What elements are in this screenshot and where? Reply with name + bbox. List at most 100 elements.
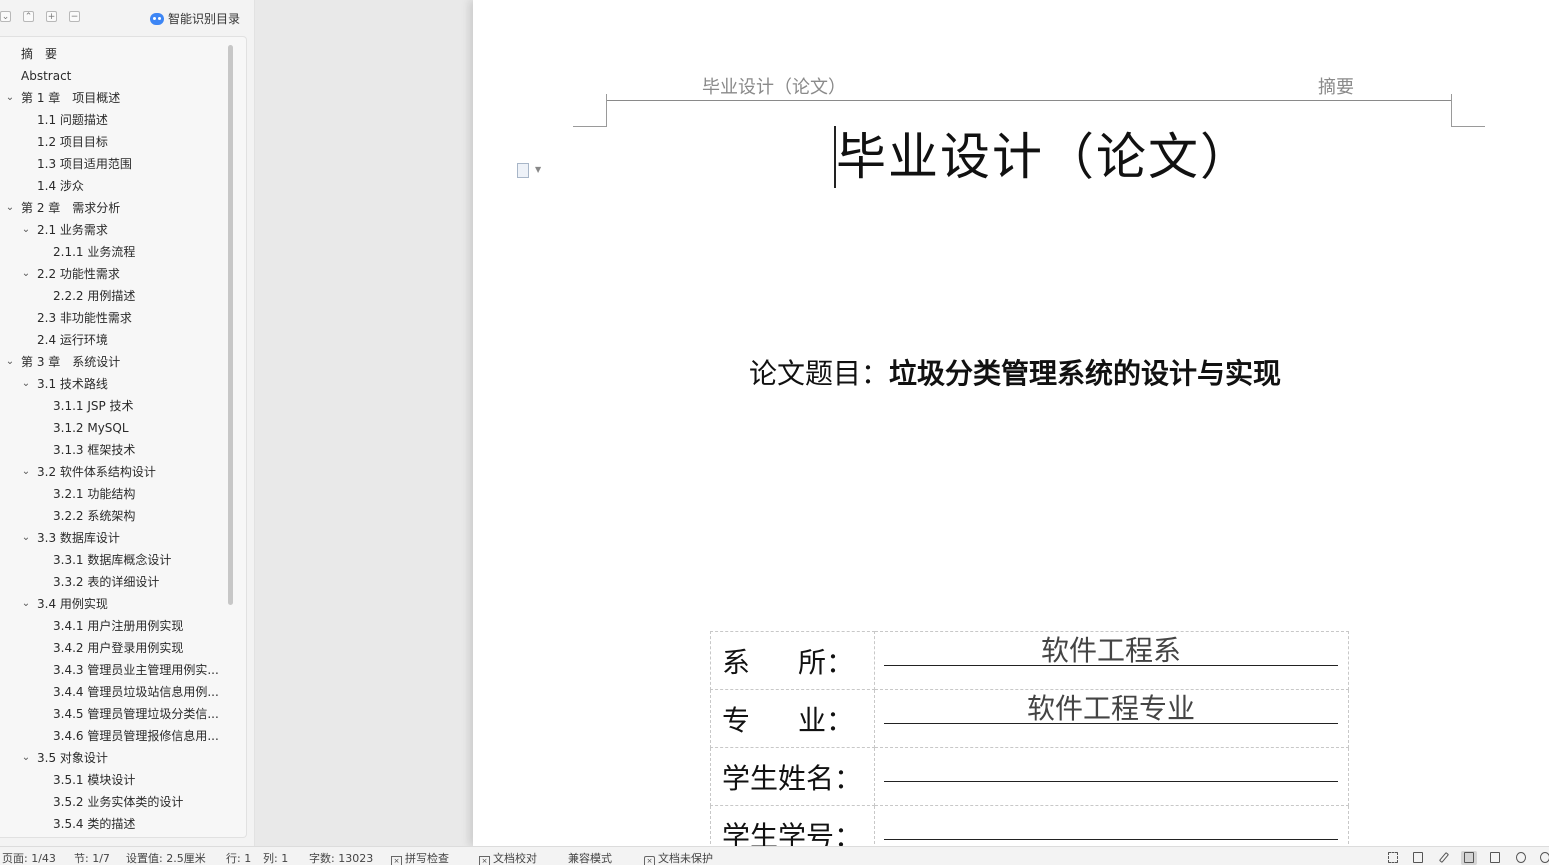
- toc-item-label: 3.1 技术路线: [37, 377, 108, 391]
- page-header-right: 摘要: [1318, 77, 1354, 98]
- toc-item[interactable]: ⌄ 3.3 数据库设计: [0, 527, 224, 549]
- status-word-count[interactable]: 字数: 13023: [309, 847, 373, 865]
- toc-item-label: 2.2.2 用例描述: [53, 289, 136, 303]
- page-header-left: 毕业设计（论文）: [702, 77, 846, 98]
- crop-mark: [1451, 94, 1452, 126]
- collapse-icon[interactable]: ⌃: [23, 11, 34, 22]
- chevron-down-icon[interactable]: ⌄: [5, 87, 15, 109]
- chevron-down-icon[interactable]: ⌄: [5, 351, 15, 373]
- chevron-down-icon[interactable]: ▼: [535, 165, 541, 174]
- toc-item[interactable]: 3.4.5 管理员管理垃圾分类信...: [0, 703, 224, 725]
- expand-icon[interactable]: +: [46, 11, 57, 22]
- toc-item[interactable]: 3.4.6 管理员管理报修信息用...: [0, 725, 224, 747]
- toc-item[interactable]: ⌄ 第 2 章 需求分析: [0, 197, 224, 219]
- chevron-down-icon[interactable]: ⌄: [21, 373, 31, 395]
- toc-item[interactable]: 1.3 项目适用范围: [0, 153, 224, 175]
- header-rule: [606, 100, 1452, 101]
- document-page[interactable]: 毕业设计（论文） 摘要 ▼ 毕业设计（论文） 论文题目：垃圾分类管理系统的设计与…: [473, 0, 1549, 864]
- toc-item-label: 1.3 项目适用范围: [37, 157, 132, 171]
- info-value-cell[interactable]: 软件工程专业: [874, 689, 1349, 748]
- toc-item[interactable]: 3.1.3 框架技术: [0, 439, 224, 461]
- toc-item[interactable]: 3.2.1 功能结构: [0, 483, 224, 505]
- toc-item[interactable]: 1.2 项目目标: [0, 131, 224, 153]
- toc-item[interactable]: 2.4 运行环境: [0, 329, 224, 351]
- info-value-cell[interactable]: 软件工程系: [874, 631, 1349, 690]
- toc-item[interactable]: 3.3.2 表的详细设计: [0, 571, 224, 593]
- info-label-major: 专 业：: [710, 689, 875, 748]
- toc-item[interactable]: 3.4.3 管理员业主管理用例实...: [0, 659, 224, 681]
- toc-item[interactable]: 摘 要: [0, 43, 224, 65]
- toc-item[interactable]: 3.2.2 系统架构: [0, 505, 224, 527]
- smart-toc-button[interactable]: 智能识别目录: [150, 10, 240, 27]
- chevron-down-icon[interactable]: ⌄: [21, 219, 31, 241]
- toc-item[interactable]: 2.2.2 用例描述: [0, 285, 224, 307]
- toc-item[interactable]: ⌄ 第 3 章 系统设计: [0, 351, 224, 373]
- status-setting[interactable]: 设置值: 2.5厘米: [126, 847, 206, 865]
- toc-scrollbar-thumb[interactable]: [228, 45, 233, 605]
- eye-protect-icon[interactable]: [1537, 851, 1549, 865]
- info-row-department: 系 所： 软件工程系: [710, 631, 1349, 690]
- toc-item[interactable]: 3.5.1 模块设计: [0, 769, 224, 791]
- toc-item[interactable]: 1.4 涉众: [0, 175, 224, 197]
- toc-item[interactable]: 3.1.1 JSP 技术: [0, 395, 224, 417]
- nav-toolbar: ⌄ ⌃ + − 智能识别目录: [0, 0, 255, 36]
- chevron-down-icon[interactable]: ⌄: [21, 461, 31, 483]
- toc-item-label: 1.4 涉众: [37, 179, 84, 193]
- toc-item-label: 1.1 问题描述: [37, 113, 108, 127]
- document-title: 毕业设计（论文）: [836, 128, 1252, 186]
- fullscreen-icon[interactable]: [1385, 851, 1401, 865]
- info-row-major: 专 业： 软件工程专业: [710, 689, 1349, 748]
- toc-item[interactable]: Abstract: [0, 65, 224, 87]
- reading-mode-icon[interactable]: [1410, 851, 1426, 865]
- spellcheck-button[interactable]: × 拼写检查: [391, 847, 449, 865]
- paragraph-layout-icon[interactable]: [517, 163, 529, 178]
- collapse-all-icon[interactable]: ⌄: [0, 11, 11, 22]
- toc-item-label: 3.5.1 模块设计: [53, 773, 136, 787]
- chevron-down-icon[interactable]: ⌄: [21, 527, 31, 549]
- toc-item[interactable]: 1.1 问题描述: [0, 109, 224, 131]
- toc-item[interactable]: ⌄ 3.2 软件体系结构设计: [0, 461, 224, 483]
- status-section: 节: 1/7: [74, 852, 110, 865]
- toc-item[interactable]: 3.1.2 MySQL: [0, 417, 224, 439]
- chevron-down-icon[interactable]: ⌄: [21, 263, 31, 285]
- toc-item[interactable]: 3.4.4 管理员垃圾站信息用例...: [0, 681, 224, 703]
- toc-item-label: 3.4.3 管理员业主管理用例实...: [53, 663, 219, 677]
- toc-scrollbar[interactable]: [227, 43, 235, 833]
- protect-button[interactable]: × 文档未保护: [644, 847, 713, 865]
- toc-item-label: 摘 要: [21, 47, 58, 61]
- toc-item[interactable]: ⌄ 3.1 技术路线: [0, 373, 224, 395]
- toc-item-label: 3.4.6 管理员管理报修信息用...: [53, 729, 219, 743]
- thesis-topic: 论文题目：垃圾分类管理系统的设计与实现: [749, 354, 1281, 394]
- toc-item[interactable]: ⌄ 3.5 对象设计: [0, 747, 224, 769]
- status-bar: 页面: 1/43 节: 1/7 设置值: 2.5厘米 行: 1 列: 1 字数:…: [0, 846, 1549, 865]
- toc-item[interactable]: ⌄ 3.4 用例实现: [0, 593, 224, 615]
- outline-view-icon[interactable]: [1487, 851, 1503, 865]
- toc-item-label: 1.2 项目目标: [37, 135, 108, 149]
- proofread-button[interactable]: × 文档校对: [479, 847, 537, 865]
- chevron-down-icon[interactable]: ⌄: [5, 197, 15, 219]
- toc-item[interactable]: ⌄ 第 1 章 项目概述: [0, 87, 224, 109]
- chevron-down-icon[interactable]: ⌄: [21, 747, 31, 769]
- pen-icon[interactable]: [1436, 851, 1452, 865]
- toc-item-label: 2.1 业务需求: [37, 223, 108, 237]
- toc-item[interactable]: 3.5.2 业务实体类的设计: [0, 791, 224, 813]
- web-view-icon[interactable]: [1513, 851, 1529, 865]
- status-page[interactable]: 页面: 1/43: [2, 847, 56, 865]
- info-value-major: 软件工程专业: [884, 694, 1338, 724]
- toc-item[interactable]: 3.5.4 类的描述: [0, 813, 224, 835]
- chevron-down-icon[interactable]: ⌄: [21, 593, 31, 615]
- info-label-part: 业：: [797, 703, 854, 737]
- toc-item[interactable]: 2.1.1 业务流程: [0, 241, 224, 263]
- toc-item-label: 第 1 章 项目概述: [21, 91, 121, 105]
- remove-icon[interactable]: −: [69, 11, 80, 22]
- toc-item[interactable]: 3.4.2 用户登录用例实现: [0, 637, 224, 659]
- toc-item[interactable]: 3.4.1 用户注册用例实现: [0, 615, 224, 637]
- toc-item-label: 3.2 软件体系结构设计: [37, 465, 156, 479]
- compat-mode-label: 兼容模式: [568, 852, 612, 865]
- toc-item[interactable]: 2.3 非功能性需求: [0, 307, 224, 329]
- info-value-cell[interactable]: [874, 747, 1349, 806]
- page-view-icon[interactable]: [1461, 851, 1477, 865]
- toc-item[interactable]: ⌄ 2.2 功能性需求: [0, 263, 224, 285]
- toc-item[interactable]: ⌄ 2.1 业务需求: [0, 219, 224, 241]
- toc-item[interactable]: 3.3.1 数据库概念设计: [0, 549, 224, 571]
